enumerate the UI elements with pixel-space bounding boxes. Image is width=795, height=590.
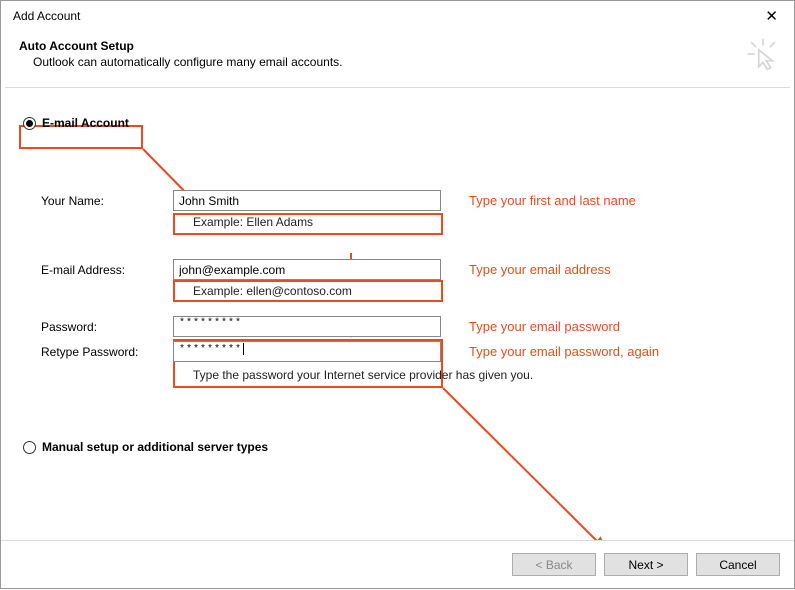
close-icon[interactable]: ✕ [759,7,784,25]
window-title: Add Account [13,9,80,23]
retype-password-label: Retype Password: [41,345,173,359]
header-subtitle: Outlook can automatically configure many… [33,55,776,69]
email-annotation: Type your email address [469,262,611,277]
password-notice: Type the password your Internet service … [193,368,776,382]
name-example: Example: Ellen Adams [193,215,776,229]
name-label: Your Name: [41,194,173,208]
radio-manual-setup-label: Manual setup or additional server types [42,440,268,454]
header: Auto Account Setup Outlook can automatic… [1,31,794,83]
content: E-mail Account Your Name: Type your firs… [1,88,794,454]
email-example: Example: ellen@contoso.com [193,284,776,298]
next-button[interactable]: Next > [604,553,688,576]
footer: < Back Next > Cancel [1,540,794,588]
radio-email-account-label: E-mail Account [42,116,129,130]
password-input[interactable]: ********* [173,316,441,337]
cursor-click-icon [746,37,780,71]
cancel-button[interactable]: Cancel [696,553,780,576]
radio-email-account[interactable]: E-mail Account [23,116,776,130]
retype-password-input[interactable]: ********* [173,341,441,362]
back-button: < Back [512,553,596,576]
password-label: Password: [41,320,173,334]
titlebar: Add Account ✕ [1,1,794,31]
name-annotation: Type your first and last name [469,193,636,208]
password-annotation: Type your email password [469,319,620,334]
radio-manual-setup[interactable]: Manual setup or additional server types [23,440,776,454]
email-label: E-mail Address: [41,263,173,277]
email-input[interactable] [173,259,441,280]
retype-password-annotation: Type your email password, again [469,344,659,359]
header-title: Auto Account Setup [19,39,776,53]
name-input[interactable] [173,190,441,211]
